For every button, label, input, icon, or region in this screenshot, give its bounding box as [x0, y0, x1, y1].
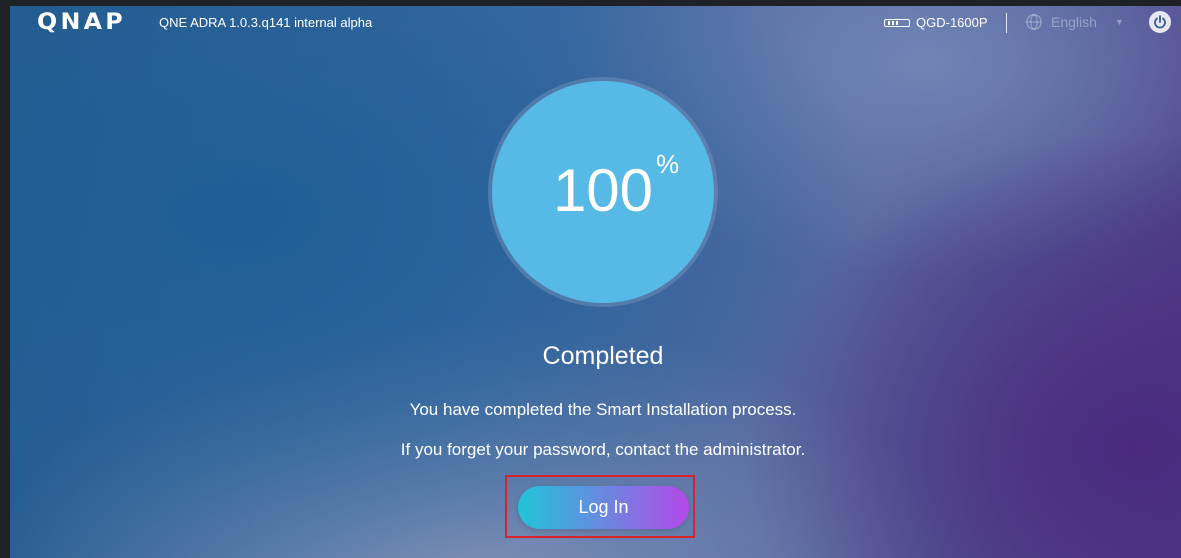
password-hint-message: If you forget your password, contact the… — [400, 440, 806, 459]
globe-icon — [1026, 14, 1042, 30]
percent-sign: % — [656, 149, 680, 179]
device-model-label: QGD-1600P — [916, 15, 988, 30]
power-button[interactable] — [1149, 11, 1171, 33]
progress-ring: 100 % — [488, 77, 718, 307]
language-selector[interactable]: English ▼ — [1025, 13, 1124, 31]
nas-device-icon — [884, 18, 910, 27]
language-label: English — [1051, 14, 1097, 30]
chevron-down-icon: ▼ — [1114, 17, 1124, 27]
progress-percentage: 100 — [552, 157, 654, 224]
device-indicator: QGD-1600P — [884, 15, 988, 30]
top-bar: QNAP QNE ADRA 1.0.3.q141 internal alpha … — [10, 6, 1181, 40]
app-version-label: QNE ADRA 1.0.3.q141 internal alpha — [159, 15, 373, 30]
status-title: Completed — [542, 342, 664, 370]
header-divider — [1006, 13, 1007, 33]
completion-message: You have completed the Smart Installatio… — [409, 400, 797, 419]
qnap-logo: QNAP — [37, 10, 126, 35]
power-icon — [1154, 15, 1166, 29]
login-button[interactable]: Log In — [518, 486, 689, 529]
installer-screen: QNAP QNE ADRA 1.0.3.q141 internal alpha … — [10, 6, 1181, 558]
progress-circle: 100 % — [492, 81, 714, 303]
